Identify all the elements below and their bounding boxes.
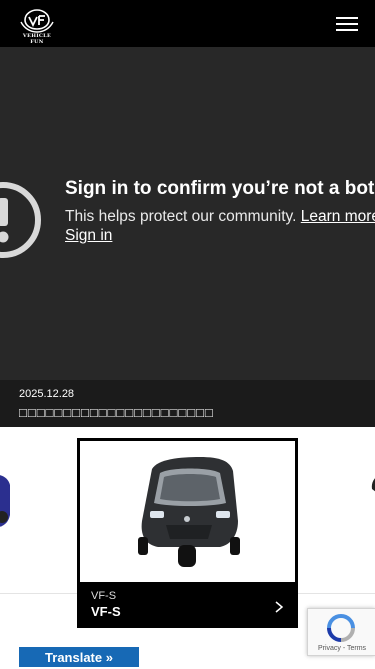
news-date: 2025.12.28 <box>19 388 75 400</box>
logo-text: VEHICLE FUN <box>22 33 52 45</box>
learn-more-link[interactable]: Learn more <box>301 208 375 225</box>
news-title[interactable]: □□□□□□□□□□□□□□□□□□□□□□ <box>19 405 214 420</box>
hamburger-menu-icon[interactable] <box>336 17 358 31</box>
recaptcha-icon <box>327 614 355 642</box>
sign-in-link[interactable]: Sign in <box>65 227 112 245</box>
embedded-video[interactable]: Sign in to confirm you’re not a bot This… <box>0 47 375 380</box>
video-error-text: This helps protect our community. <box>65 208 297 225</box>
video-error-title: Sign in to confirm you’re not a bot <box>65 178 375 199</box>
product-subtitle: VF-S <box>91 590 117 602</box>
terms-link[interactable]: Terms <box>347 645 366 652</box>
alert-circle-icon <box>0 182 41 258</box>
video-error-message: This helps protect our community. Learn … <box>65 208 375 226</box>
translate-button[interactable]: Translate » <box>19 647 139 667</box>
chevron-right-icon[interactable] <box>273 600 285 614</box>
site-header: VEHICLE FUN <box>0 0 375 47</box>
product-name: VF-S <box>91 604 121 619</box>
vehicle-image <box>138 457 240 567</box>
product-card[interactable]: VF-S VF-S <box>77 438 298 628</box>
news-bar[interactable]: 2025.12.28 □□□□□□□□□□□□□□□□□□□□□□ <box>0 380 375 427</box>
recaptcha-links: Privacy - Terms <box>308 645 375 652</box>
recaptcha-badge[interactable]: Privacy - Terms <box>307 608 375 656</box>
prev-product-image[interactable] <box>0 465 18 535</box>
product-image <box>80 441 295 582</box>
privacy-link[interactable]: Privacy <box>318 645 341 652</box>
next-product-image[interactable] <box>370 475 375 495</box>
